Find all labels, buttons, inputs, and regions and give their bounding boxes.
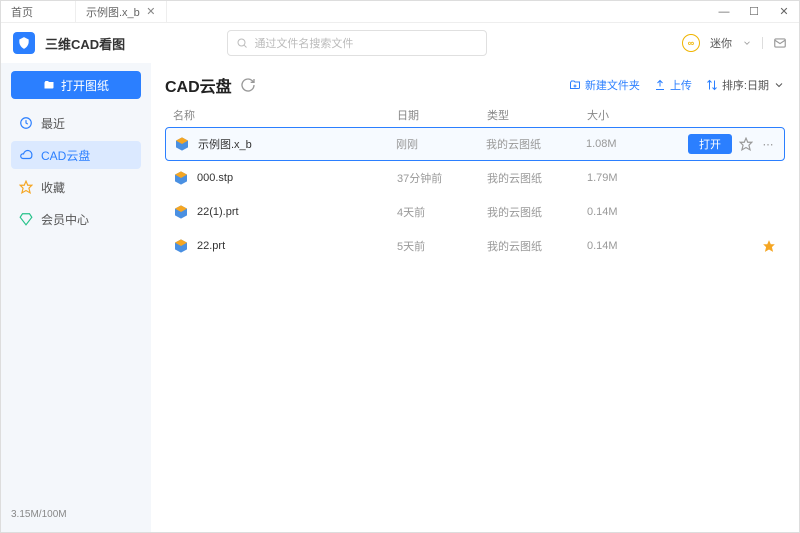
sidebar-item-label: 收藏	[41, 179, 65, 196]
file-name: 22(1).prt	[197, 206, 239, 218]
file-icon	[173, 170, 189, 186]
tab-label: 首页	[11, 4, 33, 20]
table-row[interactable]: 000.stp 37分钟前我的云图纸1.79M	[165, 161, 785, 195]
divider	[762, 37, 763, 49]
open-file-button[interactable]: 打开	[688, 134, 732, 154]
file-type: 我的云图纸	[487, 170, 587, 186]
search-icon	[236, 37, 248, 49]
file-type: 我的云图纸	[486, 136, 586, 152]
upload-icon	[654, 79, 666, 91]
sort-label: 排序:日期	[722, 77, 769, 93]
file-type: 我的云图纸	[487, 238, 587, 254]
star-icon[interactable]	[761, 238, 777, 254]
sort-button[interactable]: 排序:日期	[706, 77, 785, 93]
file-date: 5天前	[397, 238, 487, 254]
col-size: 大小	[587, 107, 667, 123]
col-name: 名称	[173, 107, 397, 123]
col-type: 类型	[487, 107, 587, 123]
mini-mode-button[interactable]: 迷你	[710, 35, 732, 51]
sidebar-item-cloud[interactable]: CAD云盘	[11, 141, 141, 169]
main-content: CAD云盘 新建文件夹 上传 排序:日期	[151, 63, 799, 532]
star-icon[interactable]	[738, 136, 754, 152]
sidebar-item-favorite[interactable]: 收藏	[11, 173, 141, 201]
file-name: 示例图.x_b	[198, 136, 252, 152]
search-placeholder: 通过文件名搜索文件	[254, 35, 353, 51]
clock-icon	[19, 116, 33, 130]
folder-plus-icon	[569, 79, 581, 91]
chevron-down-icon[interactable]	[742, 38, 752, 48]
file-size: 0.14M	[587, 206, 667, 218]
cloud-icon	[19, 148, 33, 162]
close-icon[interactable]: ✕	[146, 7, 156, 17]
vip-badge-icon[interactable]: ∞	[682, 34, 700, 52]
file-name: 22.prt	[197, 240, 225, 252]
maximize-button[interactable]: ☐	[739, 1, 769, 22]
tab-home[interactable]: 首页	[1, 1, 76, 22]
chevron-down-icon	[773, 79, 785, 91]
file-icon	[174, 136, 190, 152]
sidebar: 打开图纸 最近 CAD云盘 收藏 会员中心 3.15M/100M	[1, 63, 151, 532]
folder-open-icon	[43, 79, 55, 91]
new-folder-button[interactable]: 新建文件夹	[569, 77, 640, 93]
page-title: CAD云盘	[165, 73, 232, 97]
search-input[interactable]: 通过文件名搜索文件	[227, 30, 487, 56]
file-date: 37分钟前	[397, 170, 487, 186]
file-name: 000.stp	[197, 172, 233, 184]
tab-label: 示例图.x_b	[86, 4, 140, 20]
table-row[interactable]: 示例图.x_b 刚刚我的云图纸1.08M 打开 ⋯	[165, 127, 785, 161]
close-button[interactable]: ✕	[769, 1, 799, 22]
sidebar-item-recent[interactable]: 最近	[11, 109, 141, 137]
title-bar: 首页 示例图.x_b ✕ — ☐ ✕	[1, 1, 799, 23]
more-icon[interactable]: ⋯	[760, 136, 776, 152]
refresh-icon[interactable]	[240, 77, 256, 93]
file-date: 刚刚	[396, 136, 486, 152]
file-type: 我的云图纸	[487, 204, 587, 220]
file-size: 1.79M	[587, 172, 667, 184]
column-header: 名称 日期 类型 大小	[165, 97, 785, 127]
table-row[interactable]: 22(1).prt 4天前我的云图纸0.14M	[165, 195, 785, 229]
open-drawing-label: 打开图纸	[61, 77, 109, 94]
sidebar-item-label: CAD云盘	[41, 147, 90, 164]
upload-label: 上传	[670, 77, 692, 93]
col-date: 日期	[397, 107, 487, 123]
file-size: 0.14M	[587, 240, 667, 252]
tab-file[interactable]: 示例图.x_b ✕	[76, 1, 167, 22]
file-size: 1.08M	[586, 138, 666, 150]
upload-button[interactable]: 上传	[654, 77, 692, 93]
app-logo-icon	[13, 32, 35, 54]
mail-icon[interactable]	[773, 36, 787, 50]
file-icon	[173, 204, 189, 220]
sidebar-item-label: 会员中心	[41, 211, 89, 228]
sort-icon	[706, 79, 718, 91]
diamond-icon	[19, 212, 33, 226]
top-bar: 三维CAD看图 通过文件名搜索文件 ∞ 迷你	[1, 23, 799, 63]
storage-usage: 3.15M/100M	[11, 505, 141, 524]
file-list: 示例图.x_b刚刚我的云图纸1.08M打开⋯000.stp37分钟前我的云图纸1…	[165, 127, 785, 522]
new-folder-label: 新建文件夹	[585, 77, 640, 93]
file-icon	[173, 238, 189, 254]
table-row[interactable]: 22.prt 5天前我的云图纸0.14M	[165, 229, 785, 263]
file-date: 4天前	[397, 204, 487, 220]
open-drawing-button[interactable]: 打开图纸	[11, 71, 141, 99]
sidebar-item-vip[interactable]: 会员中心	[11, 205, 141, 233]
minimize-button[interactable]: —	[709, 1, 739, 22]
app-title: 三维CAD看图	[45, 34, 125, 53]
star-icon	[19, 180, 33, 194]
sidebar-item-label: 最近	[41, 115, 65, 132]
